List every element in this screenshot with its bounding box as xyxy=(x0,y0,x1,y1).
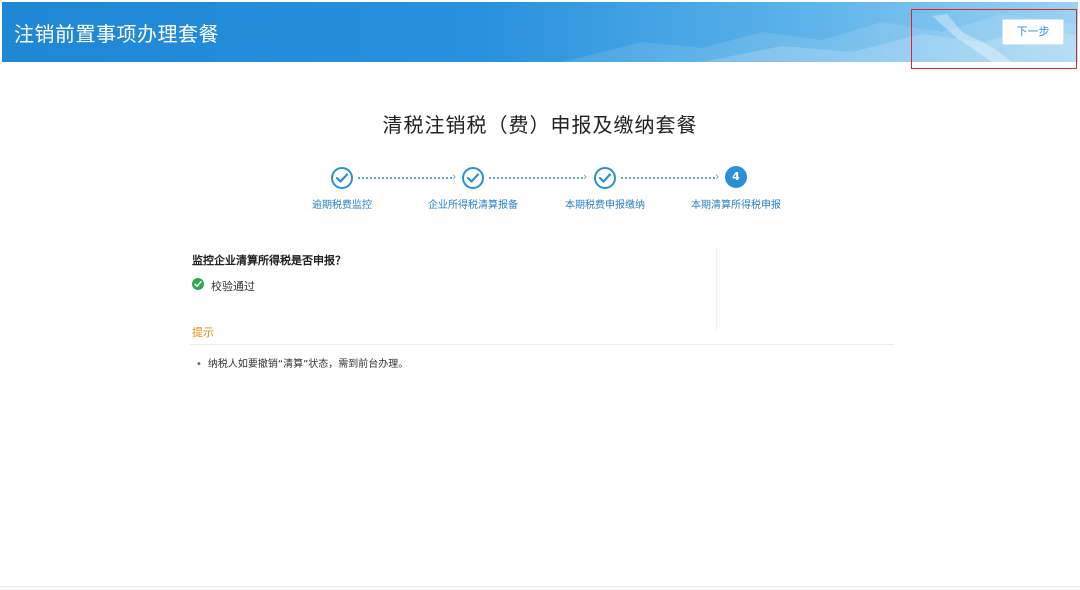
step-1-circle xyxy=(331,167,353,189)
chevron-right-icon: › xyxy=(452,170,457,183)
chevron-right-icon: › xyxy=(583,170,588,183)
bullet-icon: • xyxy=(196,359,202,370)
chevron-right-icon: › xyxy=(715,170,720,183)
step-2-circle xyxy=(462,167,484,189)
step-connector-3 xyxy=(621,177,715,179)
step-connector-1 xyxy=(358,177,452,179)
tip-title: 提示 xyxy=(192,326,214,339)
step-1-label: 逾期税费监控 xyxy=(312,200,372,211)
bottom-divider xyxy=(0,586,1080,587)
step-3-label: 本期税费申报缴纳 xyxy=(565,200,645,211)
tip-item-text: 纳税人如要撤销“清算”状态，需到前台办理。 xyxy=(207,359,409,370)
check-circle-icon xyxy=(192,278,204,290)
progress-stepper: 逾期税费监控 › 企业所得税清算报备 › 本期税费申报缴纳 › 4 本期清算所得… xyxy=(0,0,1080,230)
check-question: 监控企业清算所得税是否申报？ xyxy=(192,254,346,267)
step-2-label: 企业所得税清算报备 xyxy=(428,200,518,211)
tip-item: • 纳税人如要撤销“清算”状态，需到前台办理。 xyxy=(196,355,408,370)
faint-divider xyxy=(716,248,717,330)
step-connector-2 xyxy=(489,177,583,179)
verification-result-text: 校验通过 xyxy=(211,280,255,293)
step-3-circle xyxy=(594,167,616,189)
step-4-label: 本期清算所得税申报 xyxy=(691,200,781,211)
tip-divider xyxy=(190,344,894,345)
step-4-circle: 4 xyxy=(725,166,747,188)
